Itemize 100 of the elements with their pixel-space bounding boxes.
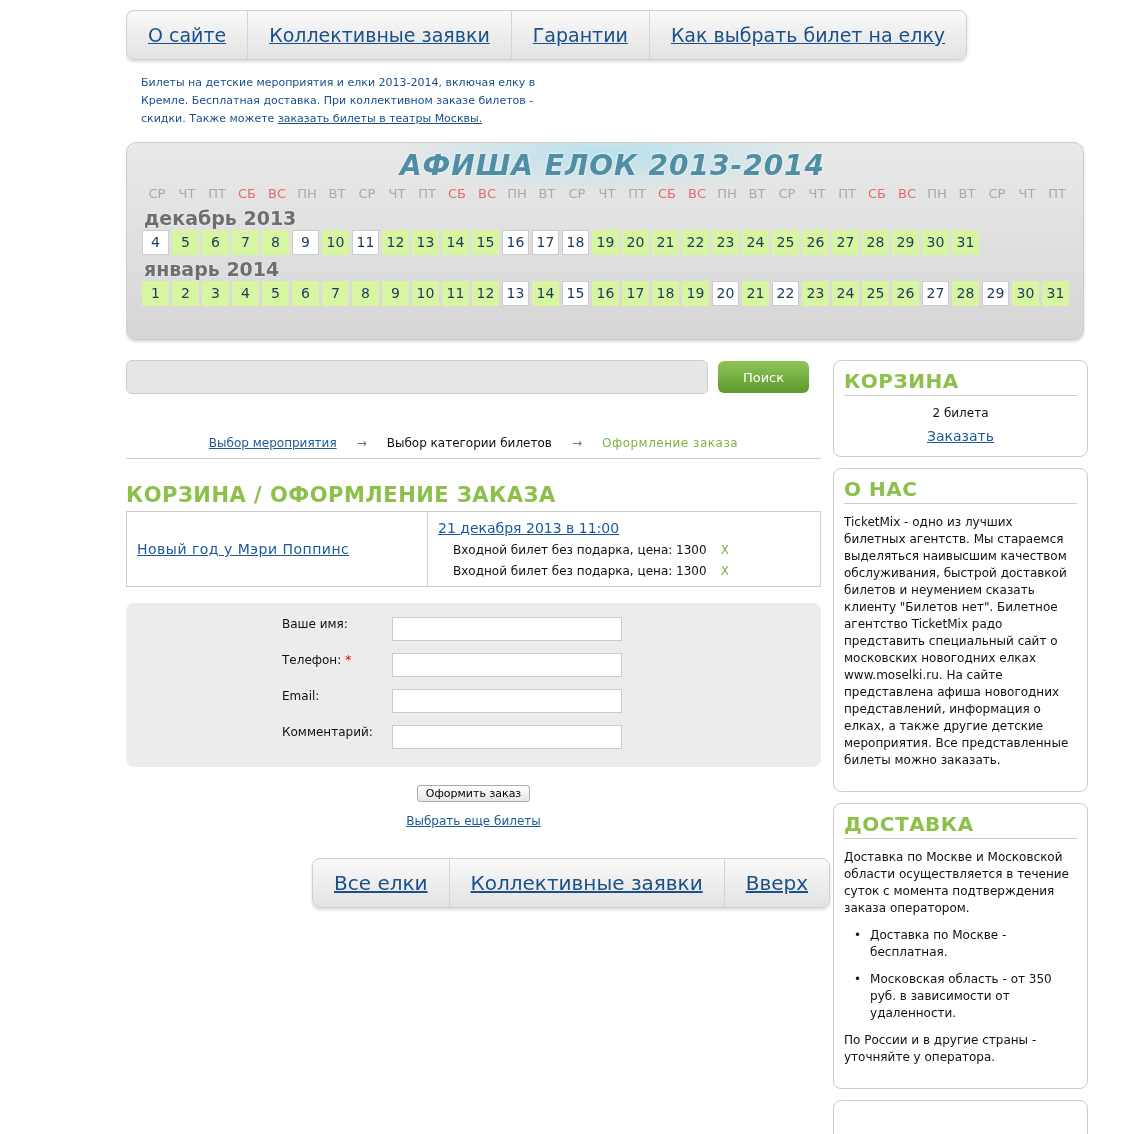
calendar-day[interactable]: 6 <box>292 281 319 306</box>
nav-link[interactable]: Все елки <box>313 859 449 907</box>
calendar-day[interactable]: 11 <box>352 230 379 255</box>
calendar-day[interactable]: 20 <box>622 230 649 255</box>
month-title: январь 2014 <box>144 257 281 281</box>
calendar-day[interactable]: 20 <box>712 281 739 306</box>
calendar-day[interactable]: 2 <box>172 281 199 306</box>
weekday-label: ЧТ <box>1017 185 1037 203</box>
calendar-day[interactable]: 19 <box>592 230 619 255</box>
calendar-day[interactable]: 24 <box>832 281 859 306</box>
calendar-day[interactable]: 21 <box>652 230 679 255</box>
calendar-day[interactable]: 8 <box>352 281 379 306</box>
calendar-day[interactable]: 22 <box>682 230 709 255</box>
calendar-day[interactable]: 10 <box>322 230 349 255</box>
input-field[interactable] <box>392 689 622 713</box>
calendar-day[interactable]: 10 <box>412 281 439 306</box>
calendar-day[interactable]: 16 <box>502 230 529 255</box>
calendar-day[interactable]: 26 <box>892 281 919 306</box>
calendar-day[interactable]: 9 <box>292 230 319 255</box>
calendar-day[interactable]: 17 <box>622 281 649 306</box>
calendar-day[interactable]: 3 <box>202 281 229 306</box>
calendar-day[interactable]: 1 <box>142 281 169 306</box>
calendar-day[interactable]: 14 <box>442 230 469 255</box>
calendar-day[interactable]: 27 <box>832 230 859 255</box>
calendar-day[interactable]: 23 <box>802 281 829 306</box>
weekday-label: СБ <box>657 185 677 203</box>
bullet-mark: • <box>854 927 862 944</box>
calendar-day[interactable]: 15 <box>562 281 589 306</box>
ticket-text: Входной билет без подарка, цена: 1300 <box>453 564 707 578</box>
input-field[interactable] <box>392 653 622 677</box>
nav-link[interactable]: Коллективные заявки <box>448 859 724 907</box>
calendar-day[interactable]: 9 <box>382 281 409 306</box>
calendar-day[interactable]: 17 <box>532 230 559 255</box>
calendar-day[interactable]: 25 <box>862 281 889 306</box>
search-field[interactable] <box>126 360 708 394</box>
page-heading: КОРЗИНА / ОФОРМЛЕНИЕ ЗАКАЗА <box>126 483 557 507</box>
calendar-day[interactable]: 4 <box>142 230 169 255</box>
weekday-label: СР <box>357 185 377 203</box>
weekday-label: ПТ <box>1047 185 1067 203</box>
theatre-link[interactable]: заказать билеты в театры Москвы. <box>277 112 483 125</box>
weekday-label: ВС <box>267 185 287 203</box>
calendar-day[interactable]: 4 <box>232 281 259 306</box>
event-link[interactable]: Новый год у Мэри Поппинс <box>137 541 350 557</box>
input-field[interactable] <box>392 725 622 749</box>
calendar-day[interactable]: 31 <box>1042 281 1069 306</box>
submit-button[interactable]: Оформить заказ <box>416 785 531 802</box>
weekday-label: ВТ <box>747 185 767 203</box>
calendar-day[interactable]: 12 <box>472 281 499 306</box>
calendar-day[interactable]: 15 <box>472 230 499 255</box>
calendar-day[interactable]: 14 <box>532 281 559 306</box>
calendar-day[interactable]: 28 <box>952 281 979 306</box>
calendar-day[interactable]: 11 <box>442 281 469 306</box>
intro-text: Билеты на детские мероприятия и елки 2013-2014, включая елку в Кремле. Бесплатная доставка. При коллективном заказе билетов - скидки. Также можете заказать билеты в театры Москвы. <box>141 75 537 127</box>
weekday-label: СБ <box>237 185 257 203</box>
current-step-text: Оформление заказа <box>601 436 739 450</box>
nav-link[interactable]: Вверх <box>723 859 830 907</box>
weekday-label: СР <box>567 185 587 203</box>
calendar-day[interactable]: 7 <box>322 281 349 306</box>
calendar-day[interactable]: 24 <box>742 230 769 255</box>
calendar-day[interactable]: 8 <box>262 230 289 255</box>
calendar-day[interactable]: 13 <box>502 281 529 306</box>
field-label: Ваше имя: <box>282 617 348 631</box>
calendar-day[interactable]: 23 <box>712 230 739 255</box>
calendar-day[interactable]: 12 <box>382 230 409 255</box>
calendar-day[interactable]: 7 <box>232 230 259 255</box>
calendar-day[interactable]: 18 <box>562 230 589 255</box>
calendar-day[interactable]: 27 <box>922 281 949 306</box>
calendar-day[interactable]: 25 <box>772 230 799 255</box>
calendar-day[interactable]: 28 <box>862 230 889 255</box>
nav-link[interactable]: Гарантии <box>510 11 649 59</box>
calendar-day[interactable]: 22 <box>772 281 799 306</box>
order-link[interactable]: Заказать <box>927 428 994 444</box>
nav-link[interactable]: Как выбрать билет на елку <box>648 11 967 59</box>
box-paragraph: TicketMix - одно из лучших билетных агентств. Мы стараемся выделяться наивысшим качеством обслуживания, быстрой доставкой билетов и неумением сказать клиенту "Билетов нет". Билетное агентство TicketMix радо представить специальный сайт о московских новогодних елках www.moselki.ru. На сайте представлена афиша новогодних представлений, информация о елках, а также другие детские мероприятия. Все представленные билеты можно заказать. <box>844 514 1070 769</box>
calendar-day[interactable]: 5 <box>262 281 289 306</box>
calendar-day[interactable]: 29 <box>982 281 1009 306</box>
input-field[interactable] <box>392 617 622 641</box>
nav-link[interactable]: О сайте <box>127 11 248 59</box>
calendar-title: АФИША ЕЛОК 2013-2014 <box>397 149 827 182</box>
calendar-day[interactable]: 6 <box>202 230 229 255</box>
calendar-day[interactable]: 5 <box>172 230 199 255</box>
step-link[interactable]: Выбор мероприятия <box>208 436 337 450</box>
calendar-day[interactable]: 19 <box>682 281 709 306</box>
weekday-label: ЧТ <box>177 185 197 203</box>
calendar-day[interactable]: 18 <box>652 281 679 306</box>
calendar-day[interactable]: 16 <box>592 281 619 306</box>
weekday-label: ПН <box>296 185 318 203</box>
calendar-day[interactable]: 30 <box>922 230 949 255</box>
nav-link[interactable]: Коллективные заявки <box>247 11 511 59</box>
calendar-day[interactable]: 21 <box>742 281 769 306</box>
required-mark: * <box>345 653 352 667</box>
calendar-day[interactable]: 31 <box>952 230 979 255</box>
session-link[interactable]: 21 декабря 2013 в 11:00 <box>438 520 620 536</box>
calendar-day[interactable]: 13 <box>412 230 439 255</box>
calendar-day[interactable]: 26 <box>802 230 829 255</box>
more-tickets-link[interactable]: Выбрать еще билеты <box>406 814 541 828</box>
field-label: Телефон: <box>282 653 342 667</box>
calendar-day[interactable]: 29 <box>892 230 919 255</box>
calendar-day[interactable]: 30 <box>1012 281 1039 306</box>
month-title: декабрь 2013 <box>144 206 298 230</box>
